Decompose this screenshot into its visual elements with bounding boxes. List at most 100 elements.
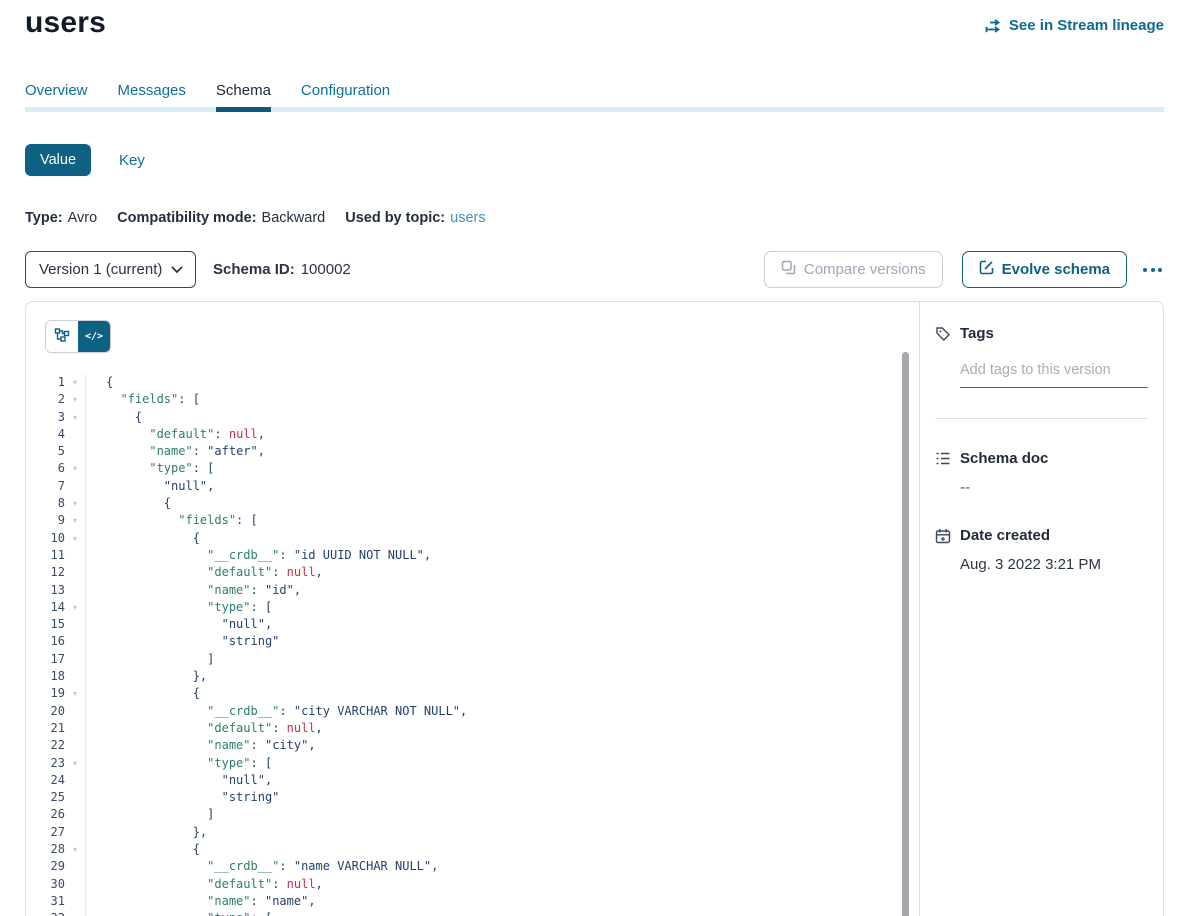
fold-caret-icon[interactable]: ▾ (65, 495, 85, 512)
tree-view-icon (54, 327, 70, 346)
line-number: 2 (26, 391, 65, 408)
add-tags-input[interactable] (960, 362, 1148, 388)
fold-caret-empty (65, 737, 85, 754)
code-line: 5 "name": "after", (26, 443, 919, 460)
tags-section-header: Tags (935, 325, 1148, 342)
line-number: 31 (26, 893, 65, 910)
tree-view-button[interactable] (46, 321, 78, 352)
sidebar-divider (935, 418, 1148, 419)
fold-caret-icon[interactable]: ▾ (65, 841, 85, 858)
line-number: 23 (26, 755, 65, 772)
fold-caret-icon[interactable]: ▾ (65, 685, 85, 702)
more-options-icon (1143, 268, 1147, 272)
code-line: 29 "__crdb__": "name VARCHAR NULL", (26, 858, 919, 875)
doc-list-icon (935, 451, 951, 466)
line-number: 18 (26, 668, 65, 685)
compare-versions-button[interactable]: Compare versions (764, 251, 943, 288)
line-number: 20 (26, 703, 65, 720)
compatibility-label: Compatibility mode: (117, 210, 256, 226)
fold-caret-empty (65, 582, 85, 599)
fold-caret-icon[interactable]: ▾ (65, 599, 85, 616)
code-view-button[interactable]: </> (78, 321, 110, 352)
code-line: 10▾ { (26, 530, 919, 547)
page: users See in Stream lineage Overview Mes… (0, 0, 1189, 916)
code-line: 3▾ { (26, 409, 919, 426)
fold-caret-icon[interactable]: ▾ (65, 512, 85, 529)
fold-caret-icon[interactable]: ▾ (65, 391, 85, 408)
code-line: 21 "default": null, (26, 720, 919, 737)
more-options-button[interactable] (1141, 262, 1164, 278)
tags-title: Tags (960, 325, 994, 342)
fold-caret-icon[interactable]: ▾ (65, 374, 85, 391)
schema-doc-section: Schema doc -- (935, 450, 1148, 496)
fold-caret-icon[interactable]: ▾ (65, 530, 85, 547)
code-line: 24 "null", (26, 772, 919, 789)
code-text: "null", (85, 616, 272, 633)
fold-caret-icon[interactable]: ▾ (65, 460, 85, 477)
schema-meta-row: Type: Avro Compatibility mode: Backward … (25, 210, 1164, 226)
code-text: { (85, 495, 171, 512)
schema-controls-row: Version 1 (current) Schema ID: 100002 Co… (25, 251, 1164, 288)
code-text: "name": "name", (85, 893, 316, 910)
fold-caret-empty (65, 772, 85, 789)
tab-configuration[interactable]: Configuration (301, 82, 390, 112)
tab-schema[interactable]: Schema (216, 82, 271, 112)
code-lines[interactable]: 1▾{2▾ "fields": [3▾ {4 "default": null,5… (26, 374, 919, 916)
fold-caret-empty (65, 703, 85, 720)
line-number: 12 (26, 564, 65, 581)
code-line: 9▾ "fields": [ (26, 512, 919, 529)
type-value: Avro (68, 210, 98, 226)
code-line: 4 "default": null, (26, 426, 919, 443)
key-toggle-button[interactable]: Key (113, 151, 151, 170)
code-text: ] (85, 651, 214, 668)
calendar-plus-icon (935, 528, 951, 544)
code-text: { (85, 685, 200, 702)
chevron-down-icon (171, 261, 183, 278)
code-text: ] (85, 806, 214, 823)
fold-caret-empty (65, 478, 85, 495)
schema-id-value: 100002 (301, 261, 351, 278)
fold-caret-empty (65, 876, 85, 893)
compare-icon (781, 260, 796, 279)
fold-caret-icon[interactable]: ▾ (65, 755, 85, 772)
fold-caret-empty (65, 547, 85, 564)
code-text: "__crdb__": "name VARCHAR NULL", (85, 858, 438, 875)
line-number: 24 (26, 772, 65, 789)
see-in-stream-lineage-link[interactable]: See in Stream lineage (985, 17, 1164, 34)
line-number: 22 (26, 737, 65, 754)
fold-caret-empty (65, 789, 85, 806)
topic-link[interactable]: users (450, 210, 485, 226)
code-text: "__crdb__": "id UUID NOT NULL", (85, 547, 431, 564)
code-line: 16 "string" (26, 633, 919, 650)
code-text: }, (85, 824, 207, 841)
line-number: 16 (26, 633, 65, 650)
tab-overview[interactable]: Overview (25, 82, 88, 112)
fold-caret-empty (65, 651, 85, 668)
code-text: "default": null, (85, 426, 265, 443)
code-text: "null", (85, 772, 272, 789)
code-text: "name": "city", (85, 737, 316, 754)
code-line: 14▾ "type": [ (26, 599, 919, 616)
code-line: 15 "null", (26, 616, 919, 633)
type-label: Type: (25, 210, 63, 226)
line-number: 9 (26, 512, 65, 529)
code-line: 28▾ { (26, 841, 919, 858)
code-line: 20 "__crdb__": "city VARCHAR NOT NULL", (26, 703, 919, 720)
value-toggle-button[interactable]: Value (25, 144, 91, 176)
version-select[interactable]: Version 1 (current) (25, 251, 196, 288)
line-number: 28 (26, 841, 65, 858)
date-created-section: Date created Aug. 3 2022 3:21 PM (935, 527, 1148, 573)
code-text: "string" (85, 789, 279, 806)
fold-caret-icon[interactable]: ▾ (65, 910, 85, 916)
code-line: 18 }, (26, 668, 919, 685)
date-created-title: Date created (960, 527, 1050, 544)
code-text: "type": [ (85, 910, 272, 916)
fold-caret-empty (65, 668, 85, 685)
vertical-scrollbar[interactable] (902, 352, 909, 916)
edit-icon (979, 260, 994, 279)
fold-caret-icon[interactable]: ▾ (65, 409, 85, 426)
line-number: 25 (26, 789, 65, 806)
code-text: "null", (85, 478, 214, 495)
tab-messages[interactable]: Messages (118, 82, 186, 112)
evolve-schema-button[interactable]: Evolve schema (962, 251, 1127, 288)
